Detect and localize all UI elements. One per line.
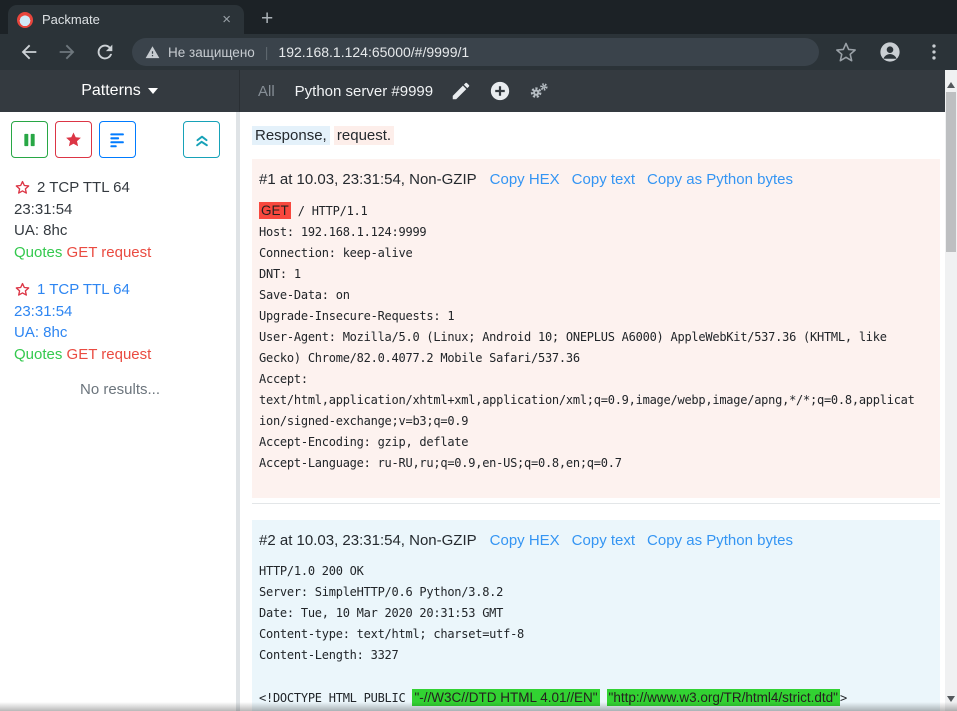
url-bar[interactable]: Не защищено | 192.168.1.124:65000/#/9999… bbox=[132, 38, 819, 66]
new-tab-button[interactable]: + bbox=[261, 9, 273, 29]
copy-hex-link[interactable]: Copy HEX bbox=[490, 532, 560, 549]
patterns-label: Patterns bbox=[81, 82, 141, 100]
tag-quotes: Quotes bbox=[14, 344, 62, 366]
no-results-label: No results... bbox=[0, 381, 240, 398]
copy-text-link[interactable]: Copy text bbox=[572, 171, 635, 188]
chevron-double-up-icon bbox=[193, 131, 211, 149]
list-lines-icon bbox=[108, 130, 127, 149]
list-view-button[interactable] bbox=[99, 121, 136, 158]
edit-pencil-icon[interactable] bbox=[450, 80, 472, 102]
add-pattern-plus-icon[interactable] bbox=[489, 80, 511, 102]
collapse-sidebar-button[interactable] bbox=[183, 121, 220, 158]
highlight-mark: GET bbox=[259, 202, 291, 219]
caret-down-icon bbox=[148, 88, 158, 99]
stream-ua: UA: 8hc bbox=[14, 322, 226, 344]
settings-gears-icon[interactable] bbox=[528, 80, 550, 102]
stream-time: 23:31:54 bbox=[14, 301, 226, 323]
packet-header: #2 at 10.03, 23:31:54, Non-GZIP Copy HEX C… bbox=[259, 530, 933, 552]
url-divider: | bbox=[265, 44, 269, 60]
tag-quotes: Quotes bbox=[14, 242, 62, 264]
pause-capture-button[interactable] bbox=[11, 121, 48, 158]
copy-python-bytes-link[interactable]: Copy as Python bytes bbox=[647, 171, 793, 188]
copy-text-link[interactable]: Copy text bbox=[572, 532, 635, 549]
packet-card: #1 at 10.03, 23:31:54, Non-GZIP Copy HEX C… bbox=[252, 159, 940, 498]
tag-get-request: GET request bbox=[67, 242, 152, 264]
stream-title: 2 TCP TTL 64 bbox=[37, 177, 130, 199]
browser-chrome: Packmate × + Не защищено | 192.168.1.124… bbox=[0, 0, 957, 70]
streams-sidebar: 2 TCP TTL 6423:31:54UA: 8hcQuotes GET re… bbox=[0, 112, 240, 711]
stream-tags: Quotes GET request bbox=[14, 344, 226, 366]
summary-line: Response, request. bbox=[252, 125, 940, 146]
scroll-thumb[interactable] bbox=[946, 92, 956, 252]
scroll-down-icon[interactable] bbox=[947, 696, 955, 706]
summary-mark: Response, bbox=[252, 126, 330, 145]
stream-time: 23:31:54 bbox=[14, 199, 226, 221]
packets-divider bbox=[252, 503, 940, 504]
stream-tags: Quotes GET request bbox=[14, 242, 226, 264]
tab-title: Packmate bbox=[42, 12, 218, 27]
security-label: Не защищено bbox=[168, 45, 255, 60]
not-secure-warning-icon bbox=[145, 45, 160, 60]
packet-header-text: #1 at 10.03, 23:31:54, Non-GZIP bbox=[259, 171, 477, 188]
menu-dots-icon[interactable] bbox=[923, 41, 945, 63]
browser-toolbar: Не защищено | 192.168.1.124:65000/#/9999… bbox=[0, 34, 957, 70]
packet-header: #1 at 10.03, 23:31:54, Non-GZIP Copy HEX C… bbox=[259, 169, 933, 191]
copy-python-bytes-link[interactable]: Copy as Python bytes bbox=[647, 532, 793, 549]
star-icon bbox=[64, 130, 83, 149]
patterns-dropdown[interactable]: Patterns bbox=[0, 70, 240, 112]
tag-get-request: GET request bbox=[67, 344, 152, 366]
copy-hex-link[interactable]: Copy HEX bbox=[490, 171, 560, 188]
stream-list: 2 TCP TTL 6423:31:54UA: 8hcQuotes GET re… bbox=[0, 166, 240, 365]
page-scrollbar[interactable] bbox=[945, 70, 957, 711]
stream-nav: All Python server #9999 bbox=[240, 70, 957, 112]
tab-all-streams[interactable]: All bbox=[258, 83, 275, 100]
stream-ua: UA: 8hc bbox=[14, 220, 226, 242]
browser-tab[interactable]: Packmate × bbox=[8, 5, 244, 34]
reload-button[interactable] bbox=[94, 41, 116, 63]
stream-star-icon[interactable] bbox=[14, 281, 31, 298]
stream-title: 1 TCP TTL 64 bbox=[37, 279, 130, 301]
packet-body: GET / HTTP/1.1 Host: 192.168.1.124:9999 … bbox=[259, 200, 933, 474]
sidebar-toolbar bbox=[0, 112, 240, 166]
stream-item[interactable]: 1 TCP TTL 6423:31:54UA: 8hcQuotes GET re… bbox=[14, 279, 226, 365]
scroll-up-icon[interactable] bbox=[947, 78, 955, 88]
stream-title-row: 1 TCP TTL 64 bbox=[14, 279, 226, 301]
stream-star-icon[interactable] bbox=[14, 179, 31, 196]
pause-icon bbox=[22, 132, 37, 148]
favorites-filter-button[interactable] bbox=[55, 121, 92, 158]
highlight-mark: "http://www.w3.org/TR/html4/strict.dtd" bbox=[607, 689, 840, 706]
packet-header-text: #2 at 10.03, 23:31:54, Non-GZIP bbox=[259, 532, 477, 549]
highlight-mark: "-//W3C//DTD HTML 4.01//EN" bbox=[412, 689, 599, 706]
profile-avatar-icon[interactable] bbox=[879, 41, 901, 63]
tab-strip: Packmate × + bbox=[0, 0, 957, 34]
tab-current-stream[interactable]: Python server #9999 bbox=[295, 83, 433, 100]
tab-close-icon[interactable]: × bbox=[218, 11, 235, 28]
stream-detail: Response, request. #1 at 10.03, 23:31:54… bbox=[240, 112, 957, 711]
url-text: 192.168.1.124:65000/#/9999/1 bbox=[278, 44, 469, 60]
stream-title-row: 2 TCP TTL 64 bbox=[14, 177, 226, 199]
app-header: Patterns All Python server #9999 bbox=[0, 70, 957, 112]
packet-card: #2 at 10.03, 23:31:54, Non-GZIP Copy HEX C… bbox=[252, 520, 940, 711]
packmate-favicon-icon bbox=[17, 12, 33, 28]
summary-mark: request. bbox=[334, 126, 394, 145]
stream-item[interactable]: 2 TCP TTL 6423:31:54UA: 8hcQuotes GET re… bbox=[14, 177, 226, 263]
back-button[interactable] bbox=[18, 41, 40, 63]
packet-body: HTTP/1.0 200 OK Server: SimpleHTTP/0.6 P… bbox=[259, 561, 933, 711]
bookmark-star-icon[interactable] bbox=[835, 41, 857, 63]
forward-button[interactable] bbox=[56, 41, 78, 63]
